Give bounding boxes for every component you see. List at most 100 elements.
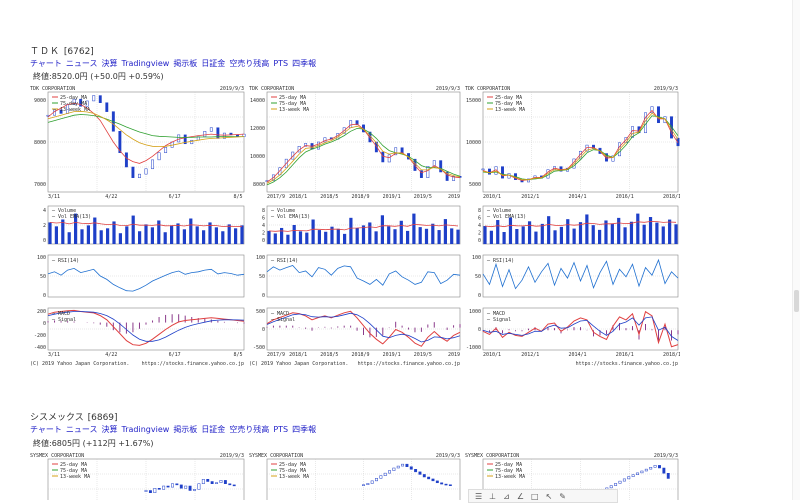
box-icon[interactable]: □ (531, 492, 539, 501)
volume-bar (67, 232, 71, 244)
nav-news-link[interactable]: ニュース (66, 425, 98, 434)
x-tick-label: 2012/1 (521, 194, 539, 200)
y-tick-label: -500 (253, 345, 265, 351)
y-tick-label: 0 (478, 238, 481, 244)
volume-bar (112, 221, 116, 244)
candle-bar (144, 168, 148, 175)
nav-short-link[interactable]: 空売り残高 (229, 59, 269, 68)
y-tick-label: 14000 (250, 98, 265, 104)
candle-bar (151, 159, 154, 170)
nav-tradingview-link[interactable]: Tradingview (122, 425, 170, 434)
line-icon[interactable]: ∠ (517, 492, 524, 501)
candle-bar (124, 152, 128, 168)
nav-shikiho-link[interactable]: 四季報 (292, 425, 316, 434)
candle-bar (414, 469, 418, 473)
nav-chart-link[interactable]: チャート (30, 59, 62, 68)
pen-icon[interactable]: ✎ (559, 492, 566, 501)
candle-bar (383, 472, 387, 476)
candle-bar (370, 480, 374, 484)
candle-bar (640, 470, 644, 474)
volume-bar (374, 231, 378, 244)
nav-chart-link[interactable]: チャート (30, 425, 62, 434)
y-tick-label: 500 (256, 309, 265, 315)
y-tick-label: 4 (478, 223, 481, 229)
chart-header-name: TDK CORPORATION (465, 86, 510, 92)
volume-bar (393, 229, 397, 244)
chart-panel-2year[interactable]: TDK CORPORATION 2019/9/3 14000 12000 10000 80… (249, 85, 462, 367)
volume-bar (157, 220, 161, 244)
volume-ema-label: ─ Vol EMA(13) (51, 214, 91, 220)
candle-bar (193, 489, 196, 491)
candle-bar (153, 488, 157, 493)
volume-bar (336, 228, 340, 244)
chart-panel-10year[interactable]: TDK CORPORATION 2019/9/3 15000 10000 5000 25-… (465, 85, 680, 367)
filter-icon[interactable]: ⊿ (503, 492, 510, 501)
nav-shikiho-link[interactable]: 四季報 (292, 59, 316, 68)
candle-bar (228, 483, 232, 486)
scrollbar-thumb[interactable] (794, 290, 799, 312)
volume-bar (553, 230, 557, 244)
chart-panel-daily[interactable]: SYSMEX CORPORATION 2019/9/3 25-day MA 75-da… (30, 452, 246, 500)
candle-bar (223, 480, 227, 484)
nav-tradingview-link[interactable]: Tradingview (122, 59, 170, 68)
candle-bar (662, 467, 666, 474)
volume-bar (431, 223, 435, 244)
nav-earnings-link[interactable]: 決算 (102, 59, 118, 68)
candle-bar (197, 483, 201, 490)
drawing-toolbar: ☰ ⊥ ⊿ ∠ □ ↖ ✎ (468, 489, 618, 503)
source-url: https://stocks.finance.yahoo.co.jp (142, 361, 244, 367)
chart-panel-daily[interactable]: TDK CORPORATION 2019/9/3 9000 8000 7000 25-da… (30, 85, 246, 367)
y-tick-label: 9000 (34, 98, 46, 104)
volume-bar (399, 220, 403, 244)
volume-bar (61, 219, 65, 244)
candle-bar (184, 485, 188, 489)
candle-bar (388, 470, 392, 474)
x-tick-label: 2018/9 (351, 352, 369, 358)
y-tick-label: 15000 (466, 98, 481, 104)
chart-header-name: SYSMEX CORPORATION (249, 453, 303, 459)
legend-label: 13-week MA (60, 474, 90, 480)
chart-header-date: 2019/9/3 (654, 86, 678, 92)
volume-ema-label: ─ Vol EMA(13) (270, 214, 310, 220)
y-tick-label: 0 (43, 321, 46, 327)
volume-bar (489, 230, 493, 244)
nav-jsf-link[interactable]: 日証金 (201, 59, 225, 68)
candle-bar (488, 168, 491, 175)
nav-board-link[interactable]: 掲示板 (173, 425, 197, 434)
volume-bar (450, 228, 454, 244)
chart-panel-2year[interactable]: SYSMEX CORPORATION 2019/9/3 25-day MA 75-da… (249, 452, 462, 500)
volume-bar (280, 227, 284, 244)
volume-bar (648, 217, 653, 244)
x-tick-label: 8/5 (233, 194, 242, 200)
volume-bar (610, 223, 614, 244)
y-tick-label: 8000 (34, 140, 46, 146)
volume-bar (418, 227, 422, 244)
stock-title: ＴＤＫ [6762] (30, 44, 94, 57)
nav-earnings-link[interactable]: 決算 (102, 425, 118, 434)
nav-news-link[interactable]: ニュース (66, 59, 98, 68)
y-tick-label: 0 (262, 327, 265, 333)
candle-bar (666, 473, 670, 479)
volume-bar (118, 233, 122, 244)
nav-pts-link[interactable]: PTS (273, 59, 288, 68)
candle-bar (188, 485, 192, 491)
volume-bar (227, 224, 231, 244)
nav-short-link[interactable]: 空売り残高 (229, 425, 269, 434)
cursor-icon[interactable]: ↖ (546, 492, 553, 501)
candle-bar (427, 476, 431, 480)
x-tick-label: 2019 (448, 352, 460, 358)
axis-tool-icon[interactable]: ⊥ (489, 492, 496, 501)
text-tool-icon[interactable]: ☰ (475, 492, 482, 501)
volume-bar (572, 228, 576, 244)
volume-bar (412, 213, 416, 244)
volume-bar (99, 230, 103, 244)
nav-pts-link[interactable]: PTS (273, 425, 288, 434)
nav-board-link[interactable]: 掲示板 (173, 59, 197, 68)
nav-jsf-link[interactable]: 日証金 (201, 425, 225, 434)
page-scrollbar[interactable] (792, 0, 800, 500)
volume-bar (623, 227, 627, 244)
volume-bar (48, 222, 52, 244)
legend-label: 13-week MA (279, 107, 309, 113)
volume-bar (483, 226, 487, 244)
volume-bar (655, 222, 659, 244)
